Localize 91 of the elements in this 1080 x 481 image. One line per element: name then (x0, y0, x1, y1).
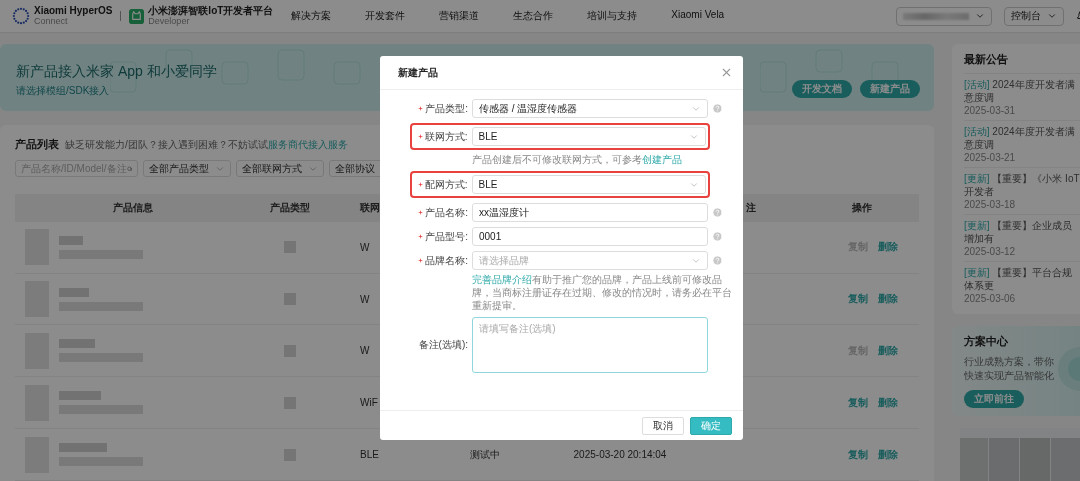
confirm-button[interactable]: 确定 (690, 416, 732, 435)
nav-link[interactable]: 开发套件 (365, 9, 406, 23)
nav-link[interactable]: 培训与支持 (587, 9, 638, 23)
column-header: 联网 (360, 200, 380, 215)
remark-field[interactable]: 请填写备注(选填) (472, 317, 708, 373)
logo-title: Xiaomi HyperOS (34, 6, 113, 17)
field-label: 产品类型: (425, 101, 468, 116)
announcement-date: 2025-03-31 (964, 105, 1017, 116)
announcement-link[interactable]: [活动] 2024年度开发者满意度调 (964, 125, 1080, 151)
nav-link[interactable]: 生态合作 (513, 9, 554, 23)
panel-hint: 缺乏研发能力/团队？接入遇到困难？不妨试试服务商代接入服务 (65, 138, 348, 152)
action-link[interactable]: 删除 (878, 395, 898, 410)
action-link[interactable]: 删除 (878, 343, 898, 358)
table-cell: 测试中 (470, 447, 500, 462)
platform-subtitle: Developer (148, 16, 190, 26)
input-field[interactable]: xx温湿度计 (472, 203, 708, 222)
cat-logo-icon (129, 8, 145, 24)
card-title: 最新公告 (964, 52, 1009, 67)
announcement-date: 2025-03-21 (964, 152, 1017, 163)
banner-title: 新产品接入米家 App 和小爱同学 (16, 63, 217, 81)
help-icon[interactable] (712, 207, 723, 218)
announcement-date: 2025-03-06 (964, 293, 1017, 304)
field-label: 品牌名称: (425, 253, 468, 268)
help-icon[interactable] (712, 231, 723, 242)
redacted-block (59, 235, 83, 245)
hint-link[interactable]: 完善品牌介绍 (472, 274, 532, 285)
field-hint: 完善品牌介绍有助于推广您的品牌，产品上线前可修改品牌，当商标注册证存在过期、修改的情况时，请务必在平台重新提审。 (472, 273, 733, 312)
action-link[interactable]: 删除 (878, 240, 898, 255)
select-field[interactable]: BLE (471, 127, 706, 146)
logo-icon (12, 7, 30, 25)
nav-link[interactable]: Xiaomi Vela (671, 9, 725, 23)
announcement-link[interactable]: [更新] 【重要】平台合规体系更 (964, 266, 1080, 292)
column-header: 产品信息 (112, 200, 153, 215)
announcement-link[interactable]: [更新] 【重要】企业成员增加有 (964, 219, 1080, 245)
field-label: 配网方式: (424, 177, 468, 192)
column-header: 产品类型 (270, 200, 310, 215)
dialog-title: 新建产品 (398, 65, 438, 80)
banner-button[interactable]: 新建产品 (860, 80, 920, 98)
table-cell: W (360, 345, 370, 357)
hint-link[interactable]: 创建产品 (642, 154, 682, 165)
close-icon[interactable] (720, 66, 733, 79)
help-icon[interactable] (712, 255, 723, 266)
select-field[interactable]: BLE (471, 175, 706, 194)
table-cell: W (360, 241, 370, 253)
account-dropdown[interactable] (896, 6, 992, 26)
cancel-button[interactable]: 取消 (642, 416, 684, 435)
table-cell: WiF (360, 397, 378, 409)
chevron-icon (1047, 11, 1057, 21)
platform-title: 小米澎湃智联IoT开发者平台 (148, 6, 274, 17)
action-link[interactable]: 复制 (848, 447, 868, 462)
field-label: 产品名称: (425, 205, 468, 220)
redacted-block (59, 391, 101, 401)
banner-subtitle: 请选择模组/SDK接入 (16, 84, 111, 98)
action-link[interactable]: 复制 (848, 395, 868, 410)
table-cell: 2025-03-20 20:14:04 (573, 449, 667, 461)
action-link[interactable]: 删除 (878, 447, 898, 462)
help-icon[interactable] (712, 103, 723, 114)
field-label: 产品型号: (425, 229, 468, 244)
column-header: 操作 (852, 200, 872, 215)
solution-text: 行业成熟方案，带你快速实现产品智能化 (964, 355, 1055, 382)
announcement-date: 2025-03-18 (964, 199, 1017, 210)
column-header: 注 (746, 200, 756, 215)
nav-link[interactable]: 解决方案 (291, 9, 332, 23)
redacted-block (59, 339, 95, 349)
nav-link[interactable]: 营销渠道 (439, 9, 480, 23)
input-field[interactable]: 0001 (472, 227, 708, 246)
redacted-block (59, 287, 89, 297)
table-cell: W (360, 293, 370, 305)
redacted-block (59, 443, 107, 453)
logo-subtitle: Connect (34, 16, 69, 26)
banner-button[interactable]: 开发文档 (792, 80, 852, 98)
field-hint: 产品创建后不可修改联网方式，可参考创建产品 (472, 153, 683, 166)
filter-select[interactable]: 全部联网方式 (236, 160, 324, 177)
panel-title: 产品列表 (15, 137, 59, 152)
console-dropdown[interactable]: 控制台 (1004, 6, 1064, 26)
search-icon (126, 163, 132, 174)
action-link[interactable]: 删除 (878, 292, 898, 306)
table-cell: BLE (360, 449, 379, 461)
field-label: 备注(选填): (418, 338, 468, 352)
announcement-link[interactable]: [活动] 2024年度开发者满意度调 (964, 78, 1080, 104)
select-field[interactable]: 请选择品牌 (472, 251, 708, 270)
announcement-date: 2025-03-12 (964, 246, 1017, 257)
filter-select[interactable]: 全部产品类型 (143, 160, 231, 177)
go-button[interactable]: 立即前往 (964, 390, 1024, 408)
card-title: 方案中心 (964, 334, 1009, 349)
field-label: 联网方式: (424, 129, 468, 144)
action-link[interactable]: 复制 (848, 292, 868, 306)
select-field[interactable]: 传感器 / 温湿度传感器 (472, 99, 708, 118)
announcement-link[interactable]: [更新] 【重要】《小米 IoT 开发者 (964, 172, 1080, 198)
chevron-icon (975, 11, 985, 21)
service-link[interactable]: 服务商代接入服务 (267, 139, 348, 150)
